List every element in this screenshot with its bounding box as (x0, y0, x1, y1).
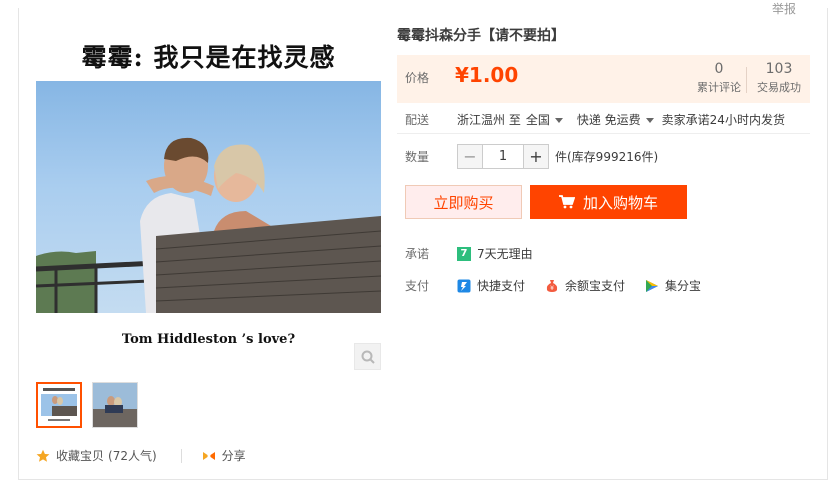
seven-day-return-icon: 7 (457, 246, 471, 261)
quantity-label: 数量 (405, 150, 430, 164)
add-to-cart-button[interactable]: 加入购物车 (530, 185, 687, 219)
divider (180, 448, 182, 463)
cart-icon (558, 195, 575, 209)
sales-count: 103 (765, 61, 793, 77)
payment-jifenbao-label: 集分宝 (665, 279, 702, 293)
thumbnail-strip (36, 382, 138, 428)
payment-quick[interactable]: 快捷支付 (457, 277, 525, 294)
payment-yuebao-label: 余额宝支付 (565, 279, 626, 293)
payment-jifenbao[interactable]: 集分宝 (645, 277, 701, 294)
favorite-share-row: 收藏宝贝 (72人气) 分享 (36, 447, 246, 464)
thumbnail-1[interactable] (36, 382, 82, 428)
decrease-button[interactable]: − (458, 145, 483, 168)
shipping-origin: 浙江温州 至 (457, 113, 521, 127)
buy-now-button[interactable]: 立即购买 (405, 185, 522, 219)
share-button[interactable]: 分享 (222, 447, 246, 464)
poster-caption: Tom Hiddleston ’s love? (121, 332, 296, 347)
shipping-promise: 卖家承诺24小时内发货 (661, 113, 785, 127)
jifenbao-icon (645, 279, 659, 293)
shipping-destination-select[interactable]: 全国 (526, 111, 563, 128)
couple-photo (36, 81, 381, 313)
svg-text:¥: ¥ (550, 285, 554, 292)
thumbnail-1-image (38, 384, 80, 426)
guarantee-label: 承诺 (405, 247, 430, 261)
sales-stat[interactable]: 103 交易成功 (757, 61, 801, 95)
payment-quick-label: 快捷支付 (477, 279, 526, 293)
product-title: 霉霉抖森分手【请不要拍】 (397, 28, 565, 44)
price-label: 价格 (405, 71, 430, 85)
zoom-button[interactable] (354, 343, 381, 370)
payment-yuebao[interactable]: ¥ 余额宝支付 (545, 277, 625, 294)
reviews-label: 累计评论 (697, 81, 741, 94)
main-image[interactable]: 霉霉: 我只是在找灵感 Tom Hiddleston ’s love? (36, 28, 381, 372)
favorite-popularity: (72人气) (108, 449, 157, 463)
report-link[interactable]: 举报 (767, 0, 800, 17)
reviews-stat[interactable]: 0 累计评论 (697, 61, 741, 95)
chevron-down-icon (645, 118, 654, 123)
increase-button[interactable]: + (523, 145, 548, 168)
price-panel: 价格 ¥1.00 0 累计评论 103 交易成功 (397, 55, 810, 103)
shipping-row: 配送 浙江温州 至 全国 快递 免运费 卖家承诺24小时内发货 (405, 111, 785, 128)
shipping-label: 配送 (405, 113, 430, 127)
chevron-down-icon (554, 118, 563, 123)
magnifier-icon (361, 350, 375, 364)
add-to-cart-label: 加入购物车 (582, 193, 658, 212)
quantity-stepper: − 1 + (457, 144, 549, 169)
photo-illustration (36, 137, 381, 313)
price-value: ¥1.00 (455, 63, 519, 87)
section-divider (397, 133, 810, 134)
payment-row: 支付 快捷支付 ¥ 余额宝支付 集分宝 (405, 277, 721, 294)
money-bag-icon: ¥ (545, 279, 559, 293)
star-icon (36, 449, 50, 463)
thumbnail-2[interactable] (92, 382, 138, 428)
reviews-count: 0 (714, 61, 724, 77)
sales-label: 交易成功 (757, 81, 801, 94)
poster-title: 霉霉: 我只是在找灵感 (81, 43, 336, 72)
shipping-method-select[interactable]: 快递 免运费 (577, 111, 654, 128)
stock-info: 件(库存999216件) (555, 150, 659, 164)
payment-label: 支付 (405, 279, 430, 293)
quantity-input[interactable]: 1 (483, 149, 523, 164)
share-icon (202, 449, 216, 463)
shipping-destination: 全国 (525, 113, 550, 127)
quick-pay-icon (457, 279, 471, 293)
guarantee-text[interactable]: 7天无理由 (477, 245, 533, 262)
guarantee-row: 承诺 7 7天无理由 (405, 245, 533, 262)
shipping-method: 快递 免运费 (576, 113, 641, 127)
stat-divider (746, 67, 747, 93)
favorite-button[interactable]: 收藏宝贝 (56, 447, 104, 464)
quantity-row: 数量 − 1 + 件(库存999216件) (405, 144, 658, 169)
thumbnail-2-image (93, 383, 137, 427)
